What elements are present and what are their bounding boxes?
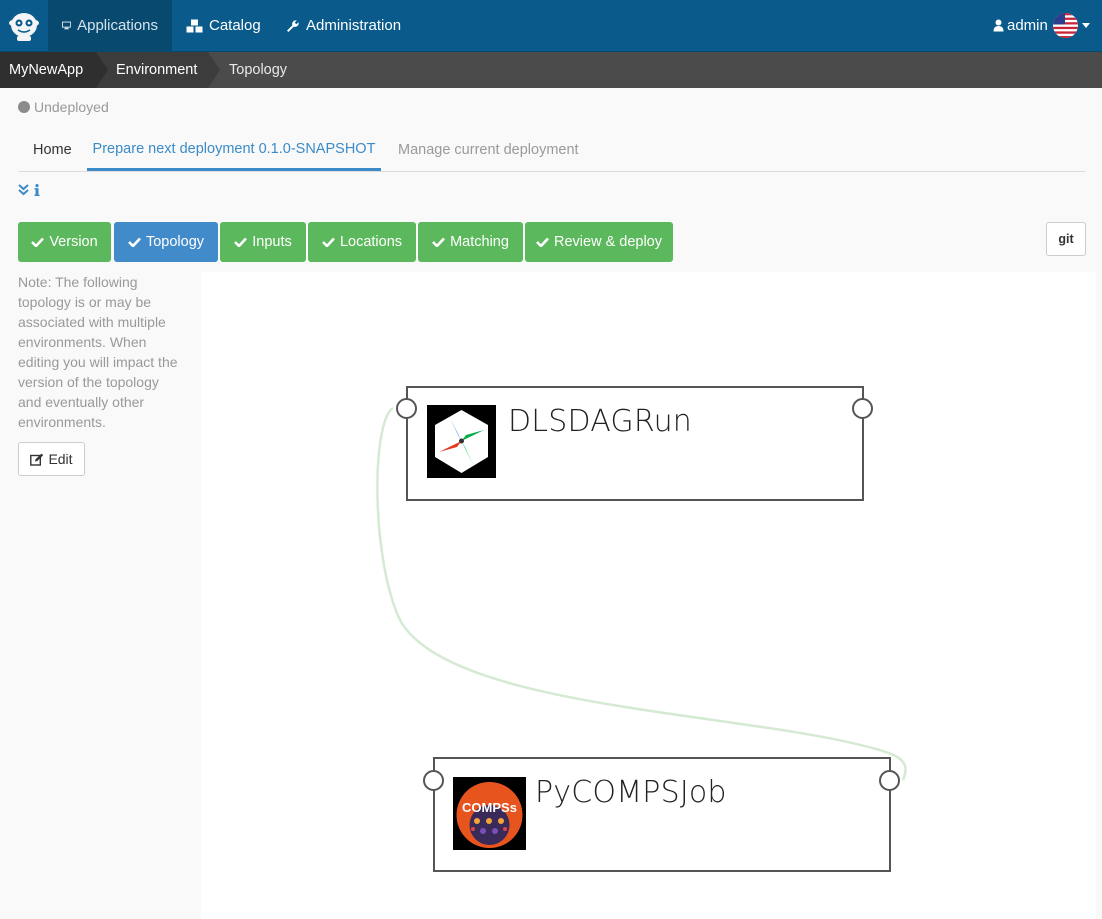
edit-icon (30, 453, 44, 466)
nav-administration[interactable]: Administration (286, 0, 401, 51)
breadcrumb-environment[interactable]: Environment (96, 52, 208, 88)
step-version-button[interactable]: Version (18, 222, 111, 262)
breadcrumb-app[interactable]: MyNewApp (0, 52, 96, 88)
double-chevron-down-icon[interactable] (18, 184, 29, 196)
deployment-tabs: Home Prepare next deployment 0.1.0-SNAPS… (18, 128, 1086, 172)
check-icon (31, 237, 45, 247)
nav-applications-label: Applications (77, 17, 158, 34)
user-icon (993, 19, 1004, 32)
nav-applications[interactable]: Applications (48, 0, 172, 51)
node-pycompsjob[interactable]: COMPSs PyCOMPSJob (433, 757, 891, 872)
breadcrumb-separator (96, 52, 108, 88)
us-flag-icon[interactable] (1053, 13, 1078, 38)
step-locations-button[interactable]: Locations (308, 222, 416, 262)
tab-prepare-next-deployment[interactable]: Prepare next deployment 0.1.0-SNAPSHOT (87, 128, 381, 171)
step-version-label: Version (49, 234, 98, 250)
airflow-pinwheel-icon (427, 405, 496, 478)
step-locations-label: Locations (339, 234, 403, 250)
nav-catalog-label: Catalog (209, 17, 261, 34)
breadcrumb: MyNewApp Environment Topology (0, 52, 1102, 88)
user-menu[interactable]: admin (993, 0, 1048, 51)
step-topology-label: Topology (145, 234, 205, 250)
deployment-status: Undeployed (18, 99, 109, 115)
node-dlsdagrun[interactable]: DLSDAGRun (406, 386, 864, 501)
edit-label: Edit (48, 451, 73, 467)
language-caret-icon[interactable] (1082, 23, 1090, 28)
compss-logo-text: COMPSs (462, 800, 517, 815)
edit-button[interactable]: Edit (18, 442, 85, 476)
cubes-icon (186, 19, 203, 32)
node-port-right[interactable] (852, 398, 873, 419)
step-matching-button[interactable]: Matching (418, 222, 523, 262)
step-matching-label: Matching (450, 234, 509, 250)
check-icon (432, 237, 446, 247)
alien4cloud-logo[interactable] (0, 0, 48, 51)
step-review-deploy-button[interactable]: Review & deploy (525, 222, 673, 262)
status-dot-icon (18, 101, 30, 113)
check-icon (234, 237, 248, 247)
breadcrumb-topology: Topology (229, 62, 288, 78)
desktop-icon (62, 21, 72, 30)
status-label: Undeployed (34, 99, 109, 115)
step-inputs-button[interactable]: Inputs (220, 222, 306, 262)
top-navbar: Applications Catalog Administration admi… (0, 0, 1102, 52)
nav-catalog[interactable]: Catalog (186, 0, 261, 51)
tab-manage-current-deployment[interactable]: Manage current deployment (398, 128, 579, 171)
compss-logo-icon: COMPSs (453, 777, 526, 850)
user-name: admin (1007, 17, 1048, 34)
check-icon (128, 237, 141, 247)
node-port-left[interactable] (396, 398, 417, 419)
tab-toggles (18, 184, 40, 196)
nav-administration-label: Administration (306, 17, 402, 34)
topology-note: Note: The following topology is or may b… (18, 274, 178, 430)
mascot-icon (9, 12, 39, 41)
node-name: PyCOMPSJob (535, 775, 727, 810)
node-name: DLSDAGRun (508, 404, 692, 439)
node-port-right[interactable] (879, 770, 900, 791)
step-inputs-label: Inputs (252, 234, 292, 250)
info-icon[interactable] (34, 184, 40, 196)
git-button[interactable]: git (1046, 222, 1086, 256)
check-icon (322, 237, 335, 247)
step-review-deploy-label: Review & deploy (554, 234, 662, 250)
tab-home[interactable]: Home (33, 128, 72, 171)
node-port-left[interactable] (423, 770, 444, 791)
step-topology-button[interactable]: Topology (114, 222, 218, 262)
topology-canvas[interactable]: DLSDAGRun COMPSs PyCOMPSJob (201, 272, 1096, 919)
wrench-icon (287, 19, 299, 32)
check-icon (536, 237, 549, 247)
